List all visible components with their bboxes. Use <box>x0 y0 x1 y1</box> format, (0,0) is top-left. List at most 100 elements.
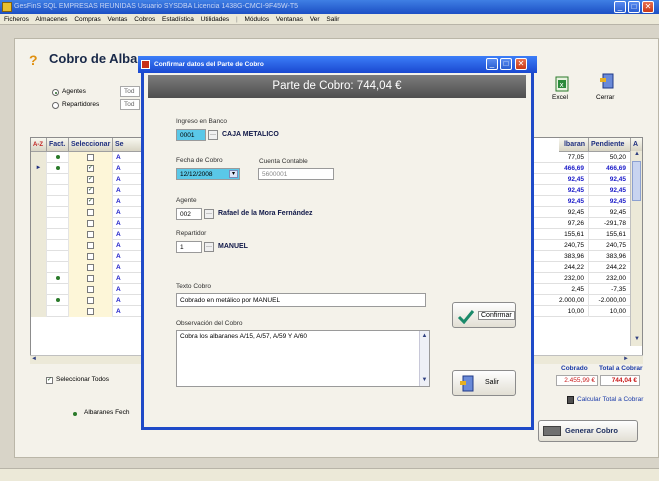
minimize-button[interactable]: _ <box>614 1 626 13</box>
col-fact[interactable]: Fact. <box>47 138 69 152</box>
seleccionar-checkbox[interactable] <box>87 308 94 315</box>
menu-ventanas[interactable]: Ventanas <box>276 16 303 23</box>
texto-cobro-field[interactable]: Cobrado en metálico por MANUEL <box>176 293 426 307</box>
col-serie[interactable]: Se <box>113 138 143 152</box>
menu-ventas[interactable]: Ventas <box>108 16 128 23</box>
repartidores-radio[interactable] <box>52 102 59 109</box>
seleccionar-cell <box>69 306 113 317</box>
serie-cell: A <box>113 306 143 317</box>
repartidor-code-field[interactable]: 1 <box>176 241 202 253</box>
sort-az-icon[interactable]: A-Z <box>31 138 47 152</box>
row-pointer-cell[interactable] <box>31 251 47 262</box>
col-seleccionar[interactable]: Seleccionar <box>69 138 113 152</box>
seleccionar-cell <box>69 207 113 218</box>
seleccionar-cell: ✓ <box>69 185 113 196</box>
seleccionar-checkbox[interactable]: ✓ <box>87 176 94 183</box>
row-pointer-cell[interactable] <box>31 152 47 163</box>
row-pointer-cell[interactable] <box>31 174 47 185</box>
agente-code-field[interactable]: 002 <box>176 208 202 220</box>
row-pointer-cell[interactable]: ► <box>31 163 47 174</box>
seleccionar-checkbox[interactable] <box>87 231 94 238</box>
seleccionar-checkbox[interactable] <box>87 154 94 161</box>
agentes-radio[interactable] <box>52 89 59 96</box>
menu-modulos[interactable]: Módulos <box>245 16 270 23</box>
scroll-left-icon[interactable]: ◄ <box>31 356 37 362</box>
banco-lookup-button[interactable]: ··· <box>208 130 218 140</box>
agente-lookup-button[interactable]: ··· <box>204 209 214 219</box>
row-pointer-cell[interactable] <box>31 295 47 306</box>
menu-cobros[interactable]: Cobros <box>134 16 155 23</box>
row-pointer-cell[interactable] <box>31 262 47 273</box>
row-pointer-cell[interactable] <box>31 306 47 317</box>
agentes-filter[interactable]: Tod <box>120 86 140 97</box>
row-pointer-cell[interactable] <box>31 240 47 251</box>
seleccionar-checkbox[interactable] <box>87 209 94 216</box>
cuenta-contable-field[interactable]: 5600001 <box>258 168 334 180</box>
pendiente-cell: 92,45 <box>589 196 631 207</box>
scroll-up-icon[interactable]: ▲ <box>632 151 642 161</box>
col-a[interactable]: A <box>631 138 642 152</box>
col-pendiente[interactable]: Pendiente <box>589 138 631 152</box>
date-dropdown-icon[interactable]: ▾ <box>229 170 238 178</box>
seleccionar-checkbox[interactable] <box>87 242 94 249</box>
generar-cobro-button[interactable]: Generar Cobro <box>538 420 638 442</box>
seleccionar-checkbox[interactable] <box>87 275 94 282</box>
help-icon[interactable]: ? <box>29 52 43 68</box>
row-pointer-cell[interactable] <box>31 207 47 218</box>
row-pointer-cell[interactable] <box>31 273 47 284</box>
obs-scroll-up-icon[interactable]: ▲ <box>420 331 429 342</box>
seleccionar-checkbox[interactable] <box>87 286 94 293</box>
maximize-button[interactable]: □ <box>628 1 640 13</box>
serie-cell: A <box>113 284 143 295</box>
observacion-scrollbar[interactable]: ▲ ▼ <box>419 331 429 386</box>
scroll-thumb[interactable] <box>632 161 641 201</box>
excel-icon[interactable]: x <box>555 76 569 92</box>
menu-ficheros[interactable]: Ficheros <box>4 16 29 23</box>
menu-almacenes[interactable]: Almacenes <box>35 16 67 23</box>
albaran-cell: 92,45 <box>559 185 589 196</box>
grid-vertical-scrollbar[interactable]: ▲ ▼ <box>630 151 642 346</box>
albaran-cell: 92,45 <box>559 207 589 218</box>
salir-button[interactable]: Salir <box>452 370 516 396</box>
albaran-cell: 155,61 <box>559 229 589 240</box>
seleccionar-checkbox[interactable] <box>87 253 94 260</box>
generar-cobro-label: Generar Cobro <box>565 426 618 435</box>
serie-cell: A <box>113 240 143 251</box>
fecha-cobro-field[interactable]: 12/12/2008 ▾ <box>176 168 240 180</box>
scroll-right-icon[interactable]: ► <box>623 356 629 362</box>
menu-compras[interactable]: Compras <box>74 16 100 23</box>
observacion-field[interactable]: Cobra los albaranes A/15, A/57, A/59 Y A… <box>176 330 430 387</box>
seleccionar-checkbox[interactable]: ✓ <box>87 198 94 205</box>
menu-utilidades[interactable]: Utilidades <box>201 16 230 23</box>
seleccionar-checkbox[interactable] <box>87 297 94 304</box>
menu-ver[interactable]: Ver <box>310 16 320 23</box>
row-pointer-cell[interactable] <box>31 218 47 229</box>
seleccionar-checkbox[interactable]: ✓ <box>87 165 94 172</box>
banco-code-field[interactable]: 0001 <box>176 129 206 141</box>
dialog-close-button[interactable]: ✕ <box>515 58 527 70</box>
seleccionar-checkbox[interactable] <box>87 264 94 271</box>
dialog-minimize-button[interactable]: _ <box>486 58 498 70</box>
excel-label: Excel <box>552 94 568 101</box>
row-pointer-cell[interactable] <box>31 284 47 295</box>
menu-salir[interactable]: Salir <box>326 16 339 23</box>
door-exit-icon[interactable] <box>599 72 617 90</box>
seleccionar-checkbox[interactable]: ✓ <box>87 187 94 194</box>
menu-estadistica[interactable]: Estadística <box>162 16 194 23</box>
row-pointer-cell[interactable] <box>31 185 47 196</box>
confirmar-button[interactable]: Confirmar <box>452 302 516 328</box>
dialog-maximize-button[interactable]: □ <box>500 58 512 70</box>
repartidor-lookup-button[interactable]: ··· <box>204 242 214 252</box>
scroll-down-icon[interactable]: ▼ <box>632 336 642 346</box>
row-pointer-cell[interactable] <box>31 196 47 207</box>
obs-scroll-down-icon[interactable]: ▼ <box>420 375 429 386</box>
row-pointer-cell[interactable] <box>31 229 47 240</box>
col-albaran[interactable]: lbaran <box>559 138 589 152</box>
albaran-cell: 244,22 <box>559 262 589 273</box>
pendiente-cell: 10,00 <box>589 306 631 317</box>
seleccionar-checkbox[interactable] <box>87 220 94 227</box>
close-button[interactable]: ✕ <box>642 1 654 13</box>
repartidores-filter[interactable]: Tod <box>120 99 140 110</box>
calcular-total-link[interactable]: Calcular Total a Cobrar <box>577 396 643 403</box>
seleccionar-todos-checkbox[interactable]: ✓ <box>46 377 53 384</box>
